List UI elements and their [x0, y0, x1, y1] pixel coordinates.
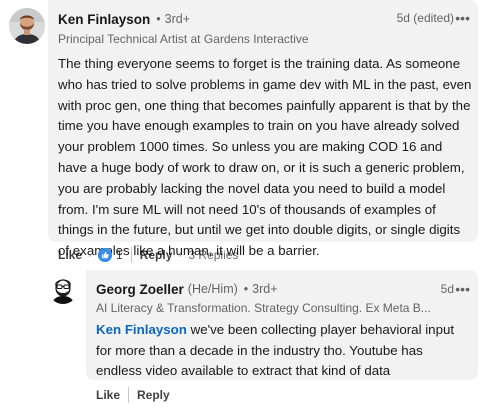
- more-options-icon[interactable]: •••: [455, 10, 470, 26]
- degree-label: 3rd+: [164, 12, 191, 26]
- reply-text: Ken Finlayson we've been collecting play…: [96, 320, 466, 382]
- replies-count-link[interactable]: 3 Replies: [188, 248, 238, 262]
- comment-bubble: Ken Finlayson • 3rd+ Principal Technical …: [48, 0, 478, 258]
- thumbs-up-icon[interactable]: [98, 248, 113, 262]
- reply-timestamp: 5d: [440, 282, 454, 296]
- connection-degree: • 3rd+: [156, 12, 191, 26]
- author-pronouns: (He/Him): [187, 282, 238, 296]
- reaction-count[interactable]: 1: [116, 248, 123, 262]
- divider: [128, 387, 130, 403]
- author-headline: AI Literacy & Transformation. Strategy C…: [96, 301, 431, 315]
- comment-actions: Like · 1 Reply · 3 Replies: [58, 245, 238, 265]
- like-button[interactable]: Like: [96, 388, 120, 402]
- reply-actions: Like Reply: [96, 385, 170, 405]
- avatar[interactable]: [48, 274, 78, 304]
- more-options-icon[interactable]: •••: [455, 281, 470, 297]
- reply-button[interactable]: Reply: [137, 388, 170, 402]
- reply-header: Georg Zoeller (He/Him) • 3rd+: [96, 280, 278, 298]
- separator-dot: ·: [178, 248, 183, 262]
- reply-bubble: Georg Zoeller (He/Him) • 3rd+ AI Literacy…: [86, 270, 478, 380]
- author-headline: Principal Technical Artist at Gardens In…: [58, 32, 309, 46]
- separator-dot: ·: [88, 248, 93, 262]
- comment-timestamp: 5d (edited): [396, 11, 454, 25]
- author-name[interactable]: Ken Finlayson: [58, 12, 150, 27]
- reply-button[interactable]: Reply: [140, 248, 173, 262]
- ken-avatar-photo: [9, 8, 45, 44]
- avatar[interactable]: [9, 8, 45, 44]
- like-button[interactable]: Like: [58, 248, 82, 262]
- georg-avatar-illustration: [48, 274, 78, 304]
- mention-link[interactable]: Ken Finlayson: [96, 322, 187, 337]
- comment-text: The thing everyone seems to forget is th…: [58, 56, 472, 259]
- connection-degree: • 3rd+: [243, 282, 278, 296]
- degree-label: 3rd+: [252, 282, 278, 296]
- author-name[interactable]: Georg Zoeller: [96, 282, 184, 297]
- comment-thread: Ken Finlayson • 3rd+ Principal Technical …: [0, 0, 488, 411]
- divider: [130, 247, 132, 263]
